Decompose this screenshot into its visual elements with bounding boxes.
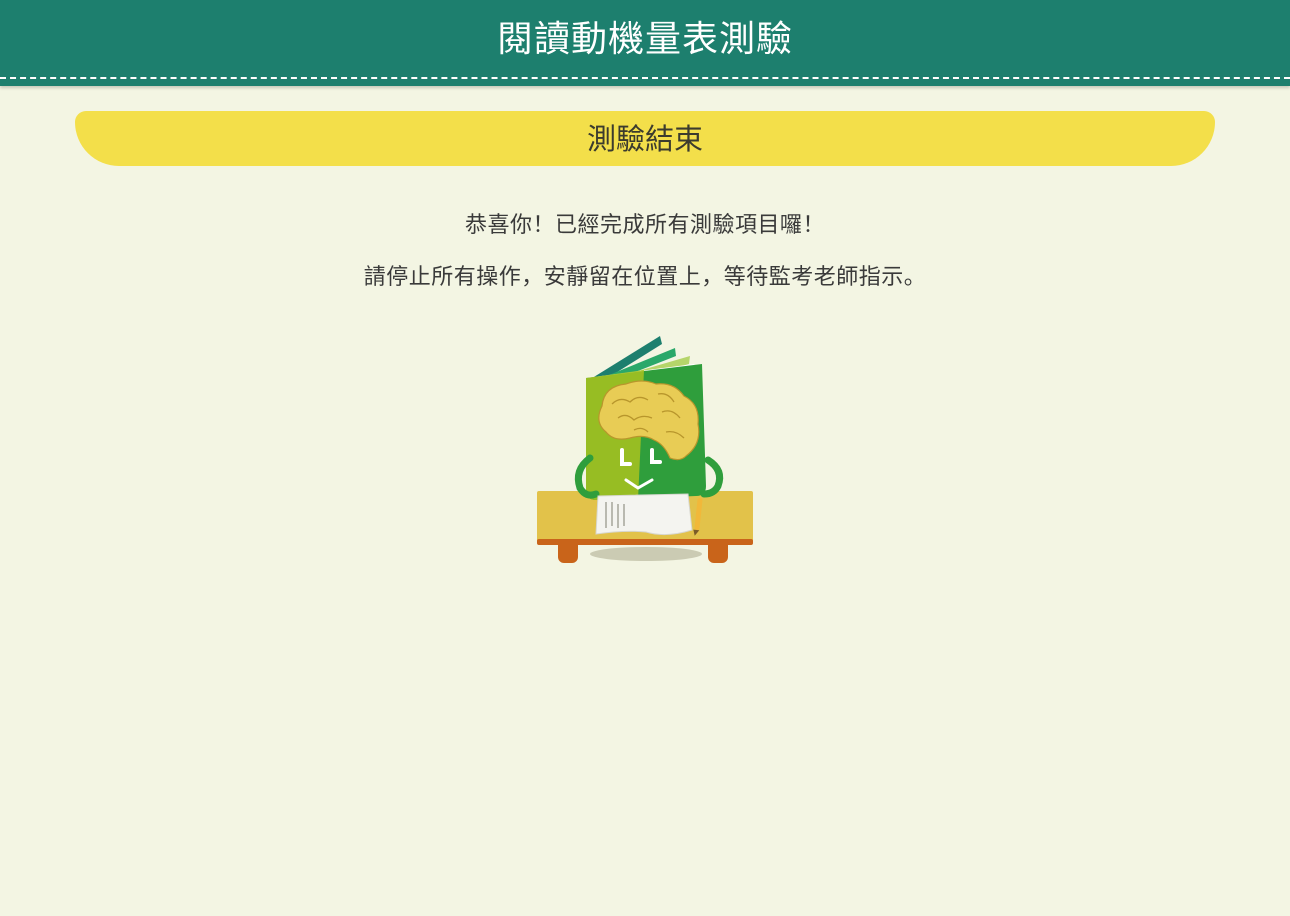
header-dashed-divider	[0, 77, 1290, 79]
congrats-message: 恭喜你！已經完成所有測驗項目囉！	[464, 213, 825, 238]
section-banner: 測驗結束	[75, 111, 1215, 166]
book-mascot-at-desk-icon	[534, 334, 758, 566]
header-bar: 閱讀動機量表測驗	[0, 0, 1290, 86]
section-title: 測驗結束	[586, 122, 703, 156]
instruction-message: 請停止所有操作，安靜留在位置上，等待監考老師指示。	[363, 265, 927, 290]
page-title: 閱讀動機量表測驗	[496, 19, 793, 60]
